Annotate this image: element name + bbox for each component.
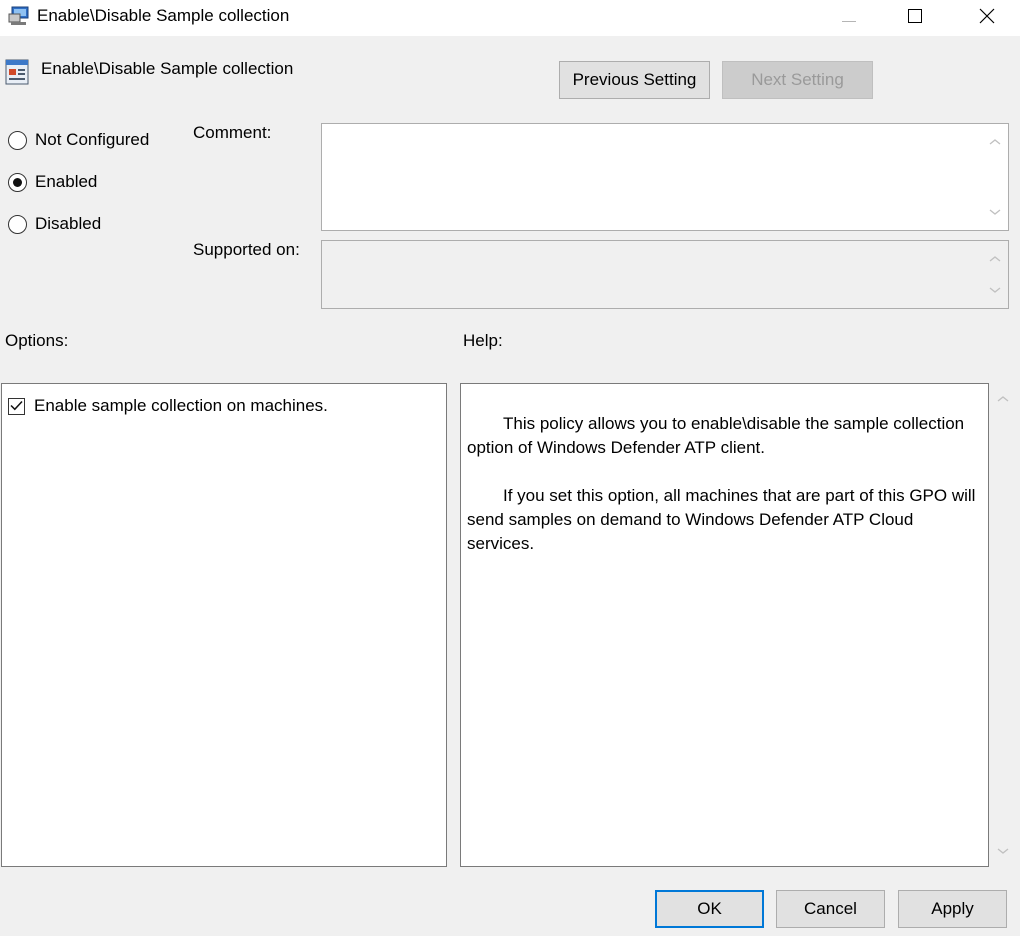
radio-enabled[interactable]: Enabled (8, 170, 97, 194)
next-setting-button[interactable]: Next Setting (722, 61, 873, 99)
help-paragraph: This policy allows you to enable\disable… (467, 414, 965, 457)
minimize-button[interactable] (814, 0, 884, 36)
scroll-down-icon[interactable] (988, 280, 1002, 300)
close-icon (979, 8, 995, 29)
options-panel: Enable sample collection on machines. (1, 383, 447, 867)
radio-button[interactable] (8, 130, 27, 150)
radio-disabled[interactable]: Disabled (8, 212, 101, 236)
help-panel: This policy allows you to enable\disable… (460, 383, 989, 867)
title-bar: Enable\Disable Sample collection (0, 0, 1020, 36)
radio-not-configured[interactable]: Not Configured (8, 128, 149, 152)
apply-button[interactable]: Apply (898, 890, 1007, 928)
help-label: Help: (463, 331, 503, 350)
radio-label: Enabled (35, 172, 98, 191)
scroll-down-icon[interactable] (988, 202, 1002, 222)
radio-label: Disabled (35, 214, 102, 233)
help-paragraph: If you set this option, all machines tha… (467, 486, 976, 553)
window-title: Enable\Disable Sample collection (37, 6, 290, 25)
minimize-icon (842, 8, 856, 28)
help-scrollbar[interactable] (990, 383, 1016, 867)
ok-button[interactable]: OK (655, 890, 764, 928)
maximize-icon (908, 8, 922, 28)
scroll-down-icon[interactable] (996, 841, 1010, 861)
radio-label: Not Configured (35, 130, 150, 149)
previous-setting-button[interactable]: Previous Setting (559, 61, 710, 99)
scroll-up-icon[interactable] (988, 249, 1002, 269)
radio-button[interactable] (8, 214, 27, 234)
cancel-button[interactable]: Cancel (776, 890, 885, 928)
checkbox-label: Enable sample collection on machines. (34, 396, 328, 415)
options-label: Options: (5, 331, 69, 350)
close-button[interactable] (952, 0, 1020, 36)
sample-collection-checkbox-row[interactable]: Enable sample collection on machines. (8, 396, 328, 416)
comment-label: Comment: (193, 123, 272, 142)
group-policy-app-icon (8, 6, 30, 26)
scroll-up-icon[interactable] (988, 132, 1002, 152)
comment-field[interactable] (321, 123, 1009, 231)
radio-button[interactable] (8, 172, 27, 192)
comment-scrollbar[interactable] (982, 124, 1008, 230)
supported-on-label: Supported on: (193, 240, 300, 259)
radio-selected-dot (13, 177, 22, 187)
sample-collection-checkbox[interactable] (8, 396, 25, 416)
supported-scrollbar[interactable] (982, 241, 1008, 308)
scroll-up-icon[interactable] (996, 389, 1010, 409)
policy-title: Enable\Disable Sample collection (41, 59, 294, 78)
policy-setting-icon (5, 59, 29, 85)
checkmark-icon (10, 396, 23, 416)
supported-on-field (321, 240, 1009, 309)
maximize-button[interactable] (880, 0, 950, 36)
